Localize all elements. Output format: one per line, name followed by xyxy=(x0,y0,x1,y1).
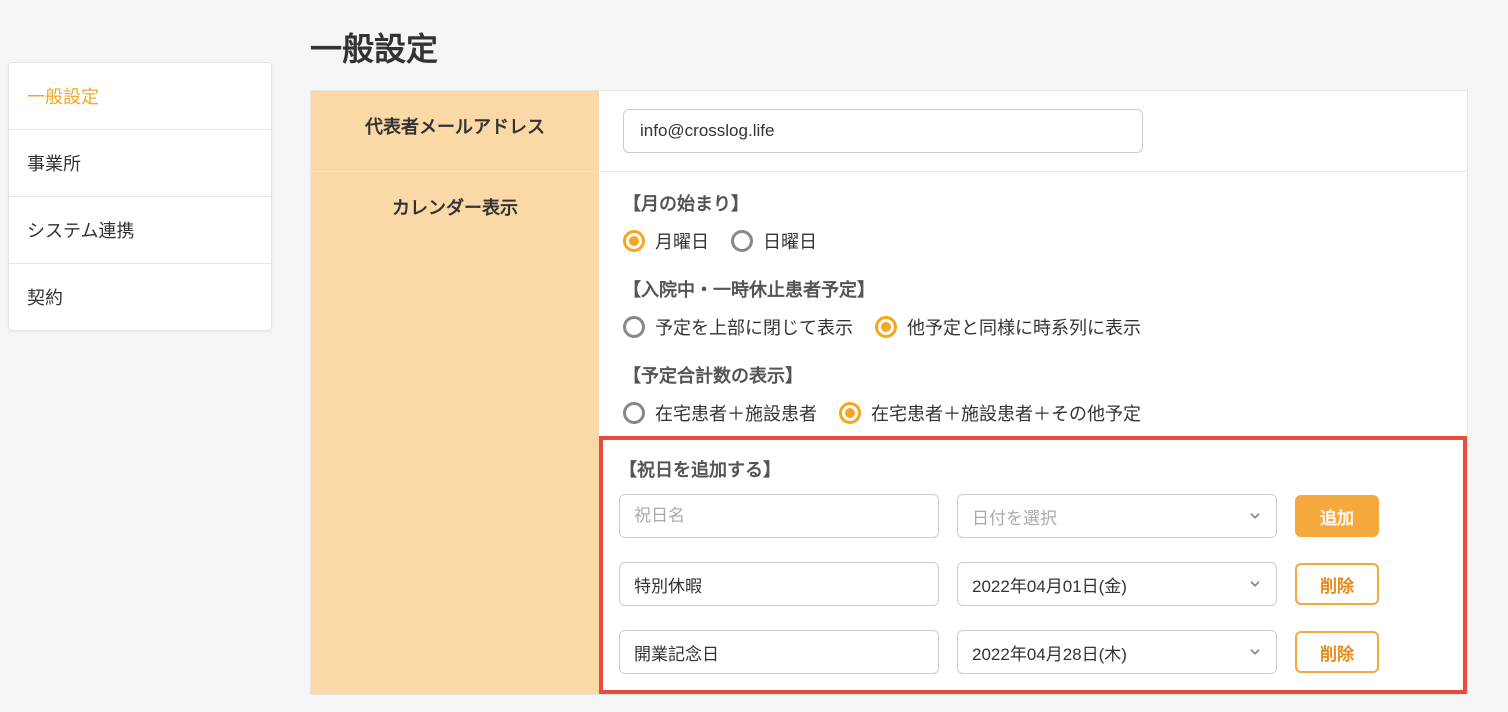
holiday-date-select[interactable]: 2022年04月28日(木) xyxy=(957,630,1277,674)
radio-icon xyxy=(623,402,645,424)
radio-icon xyxy=(623,230,645,252)
holiday-date-value: 2022年04月01日(金) xyxy=(972,572,1127,597)
chevron-down-icon xyxy=(1248,509,1262,523)
button-label: 追加 xyxy=(1320,504,1354,529)
radio-label: 月曜日 xyxy=(655,228,709,254)
form-panel: 代表者メールアドレス カレンダー表示 【月の始まり】 月曜日 xyxy=(310,90,1468,695)
radio-label: 他予定と同様に時系列に表示 xyxy=(907,314,1141,340)
sidebar-nav: 一般設定 事業所 システム連携 契約 xyxy=(8,62,272,331)
sidebar-item-office[interactable]: 事業所 xyxy=(9,130,271,197)
radio-paused-collapse-top[interactable]: 予定を上部に閉じて表示 xyxy=(623,314,853,340)
holiday-add-button[interactable]: 追加 xyxy=(1295,495,1379,537)
holiday-date-select[interactable]: 2022年04月01日(金) xyxy=(957,562,1277,606)
holiday-name-input[interactable] xyxy=(619,562,939,606)
sidebar-item-label: 契約 xyxy=(27,288,63,308)
page-title: 一般設定 xyxy=(310,0,1468,90)
holiday-row: 2022年04月01日(金) 削除 xyxy=(619,562,1447,606)
row-email: 代表者メールアドレス xyxy=(311,91,1467,172)
sidebar-item-label: 事業所 xyxy=(27,154,81,174)
radio-icon xyxy=(839,402,861,424)
radio-icon xyxy=(731,230,753,252)
radio-count-home-facility-other[interactable]: 在宅患者＋施設患者＋その他予定 xyxy=(839,400,1141,426)
row-calendar: カレンダー表示 【月の始まり】 月曜日 日曜日 xyxy=(311,172,1467,694)
holiday-section-highlight: 【祝日を追加する】 日付を選択 追加 xyxy=(599,436,1467,694)
radio-month-start-monday[interactable]: 月曜日 xyxy=(623,228,709,254)
holiday-name-input[interactable] xyxy=(619,494,939,538)
holiday-row: 2022年04月28日(木) 削除 xyxy=(619,630,1447,674)
radio-month-start-sunday[interactable]: 日曜日 xyxy=(731,228,817,254)
sidebar-item-general[interactable]: 一般設定 xyxy=(9,63,271,130)
holiday-date-placeholder: 日付を選択 xyxy=(972,504,1057,529)
sidebar-item-label: 一般設定 xyxy=(27,87,99,107)
radio-label: 予定を上部に閉じて表示 xyxy=(655,314,853,340)
radio-paused-timeline[interactable]: 他予定と同様に時系列に表示 xyxy=(875,314,1141,340)
holiday-delete-button[interactable]: 削除 xyxy=(1295,563,1379,605)
button-label: 削除 xyxy=(1320,572,1354,597)
sidebar-item-contract[interactable]: 契約 xyxy=(9,264,271,330)
chevron-down-icon xyxy=(1248,577,1262,591)
row-email-label: 代表者メールアドレス xyxy=(311,91,599,171)
button-label: 削除 xyxy=(1320,640,1354,665)
sidebar-item-system-link[interactable]: システム連携 xyxy=(9,197,271,264)
email-input[interactable] xyxy=(623,109,1143,153)
heading-paused-patient: 【入院中・一時休止患者予定】 xyxy=(623,276,1443,302)
holiday-date-value: 2022年04月28日(木) xyxy=(972,640,1127,665)
radio-count-home-facility[interactable]: 在宅患者＋施設患者 xyxy=(623,400,817,426)
radio-icon xyxy=(623,316,645,338)
holiday-date-select[interactable]: 日付を選択 xyxy=(957,494,1277,538)
holiday-name-input[interactable] xyxy=(619,630,939,674)
sidebar-item-label: システム連携 xyxy=(27,221,134,241)
radio-label: 在宅患者＋施設患者 xyxy=(655,400,817,426)
radio-icon xyxy=(875,316,897,338)
radio-label: 日曜日 xyxy=(763,228,817,254)
heading-plan-count: 【予定合計数の表示】 xyxy=(623,362,1443,388)
holiday-delete-button[interactable]: 削除 xyxy=(1295,631,1379,673)
holiday-add-row: 日付を選択 追加 xyxy=(619,494,1447,538)
heading-holiday: 【祝日を追加する】 xyxy=(619,456,1447,482)
row-calendar-label: カレンダー表示 xyxy=(311,172,599,694)
chevron-down-icon xyxy=(1248,645,1262,659)
radio-label: 在宅患者＋施設患者＋その他予定 xyxy=(871,400,1141,426)
heading-month-start: 【月の始まり】 xyxy=(623,190,1443,216)
